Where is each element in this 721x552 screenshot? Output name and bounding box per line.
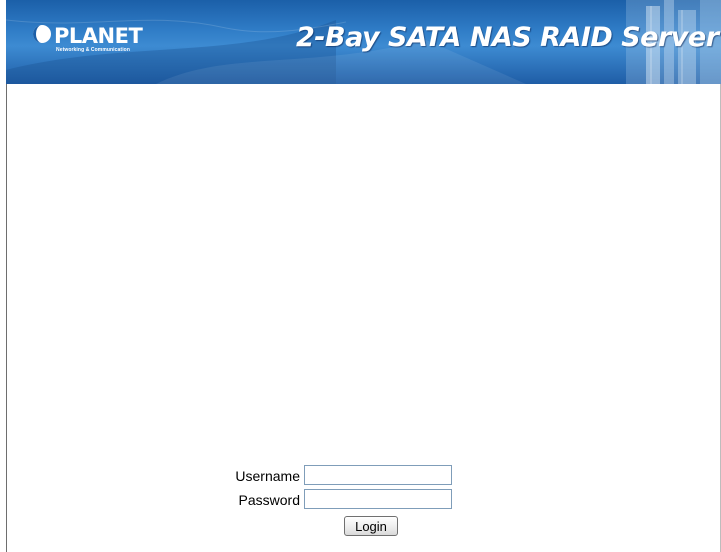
password-label: Password [238,492,300,508]
username-label: Username [235,468,300,484]
logo-text: PLANET [54,24,143,48]
password-row: Password [230,488,470,512]
login-form: Username Password Login [230,464,470,536]
product-title: 2-Bay SATA NAS RAID Server [296,22,719,53]
header-banner: PLANET Networking & Communication 2-Bay … [6,0,721,84]
password-field[interactable] [304,489,452,509]
planet-logo-icon [33,25,51,43]
logo-subtext: Networking & Communication [56,47,130,53]
planet-logo: PLANET Networking & Communication [32,24,152,58]
login-button[interactable]: Login [344,516,398,536]
username-field[interactable] [304,465,452,485]
username-row: Username [230,464,470,488]
